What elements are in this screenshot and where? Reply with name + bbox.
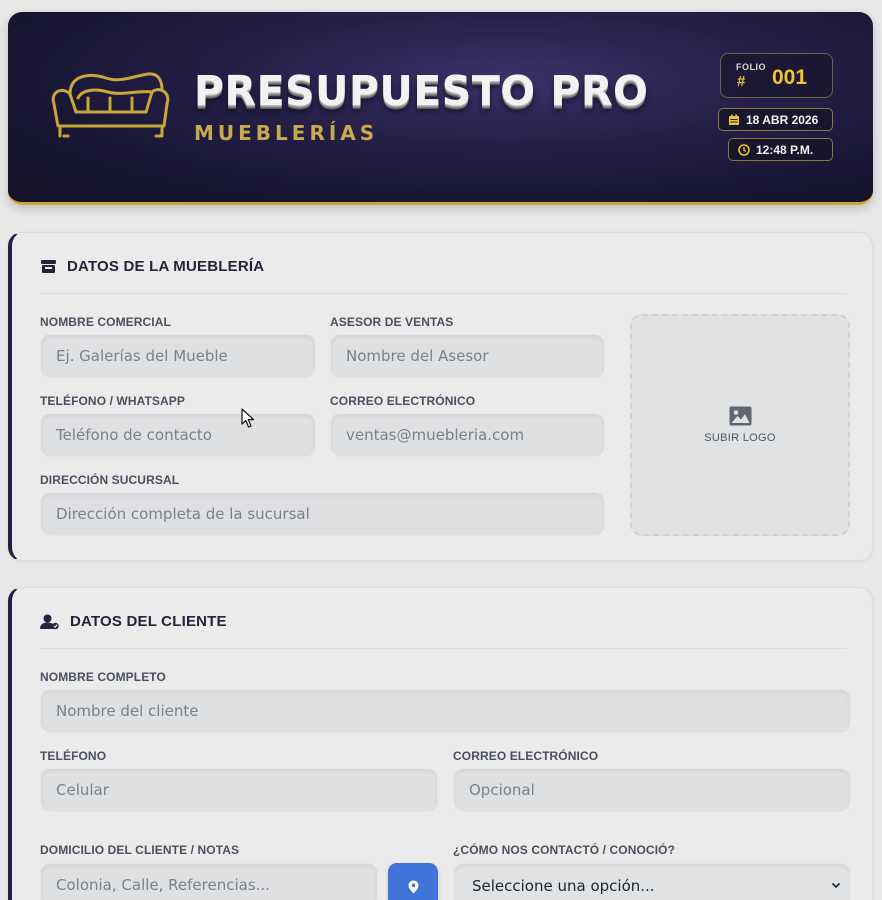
client-name-label: NOMBRE COMPLETO <box>40 670 166 684</box>
client-address-input[interactable] <box>40 863 378 900</box>
user-icon <box>40 614 59 629</box>
client-section-title-text: DATOS DEL CLIENTE <box>70 613 227 630</box>
client-email-label: CORREO ELECTRÓNICO <box>453 749 599 763</box>
date-badge: 18 ABR 2026 <box>718 108 833 131</box>
store-phone-input[interactable] <box>40 413 316 457</box>
mouse-cursor-icon <box>241 408 255 428</box>
chevron-down-icon <box>831 882 841 889</box>
app-title: PRESUPUESTO PRO <box>194 67 649 115</box>
client-info-card: DATOS DEL CLIENTE NOMBRE COMPLETO TELÉFO… <box>8 587 873 900</box>
contact-source-label: ¿CÓMO NOS CONTACTÓ / CONOCIÓ? <box>453 843 675 857</box>
contact-source-select[interactable]: Seleccione una opción... <box>453 863 851 900</box>
advisor-label: ASESOR DE VENTAS <box>330 315 454 329</box>
map-pin-icon <box>408 880 418 894</box>
folio-hash: # <box>737 73 746 90</box>
folio-badge: FOLIO # 001 <box>720 53 833 98</box>
client-name-input[interactable] <box>40 689 851 733</box>
clock-icon <box>738 143 750 156</box>
client-phone-label: TELÉFONO <box>40 749 107 763</box>
store-address-input[interactable] <box>40 492 605 536</box>
contact-source-value: Seleccione una opción... <box>472 877 655 895</box>
app-header: PRESUPUESTO PRO MUEBLERÍAS FOLIO # 001 1… <box>8 12 873 205</box>
store-info-card: DATOS DE LA MUEBLERÍA NOMBRE COMERCIAL A… <box>8 232 873 561</box>
advisor-input[interactable] <box>330 334 605 378</box>
map-location-button[interactable] <box>388 863 438 900</box>
folio-label: FOLIO <box>736 62 766 72</box>
store-section-title-text: DATOS DE LA MUEBLERÍA <box>67 258 265 275</box>
client-address-label: DOMICILIO DEL CLIENTE / NOTAS <box>40 843 240 857</box>
store-section-title: DATOS DE LA MUEBLERÍA <box>40 258 264 275</box>
time-badge: 12:48 P.M. <box>728 138 833 161</box>
store-icon <box>41 260 56 273</box>
upload-logo-button[interactable]: SUBIR LOGO <box>630 314 850 536</box>
client-phone-input[interactable] <box>40 768 438 812</box>
time-text: 12:48 P.M. <box>756 142 814 157</box>
upload-logo-label: SUBIR LOGO <box>704 432 776 444</box>
folio-number: 001 <box>772 66 808 89</box>
store-address-label: DIRECCIÓN SUCURSAL <box>40 473 180 487</box>
store-phone-label: TELÉFONO / WHATSAPP <box>40 394 186 408</box>
divider <box>40 648 846 649</box>
calendar-icon <box>729 114 739 125</box>
store-email-input[interactable] <box>330 413 605 457</box>
divider <box>40 293 846 294</box>
trade-name-label: NOMBRE COMERCIAL <box>40 315 171 329</box>
client-section-title: DATOS DEL CLIENTE <box>40 613 227 630</box>
store-email-label: CORREO ELECTRÓNICO <box>330 394 476 408</box>
client-email-input[interactable] <box>453 768 851 812</box>
date-text: 18 ABR 2026 <box>746 112 819 127</box>
image-icon <box>729 406 751 426</box>
app-subtitle: MUEBLERÍAS <box>194 121 379 145</box>
trade-name-input[interactable] <box>40 334 316 378</box>
sofa-icon <box>51 72 170 138</box>
